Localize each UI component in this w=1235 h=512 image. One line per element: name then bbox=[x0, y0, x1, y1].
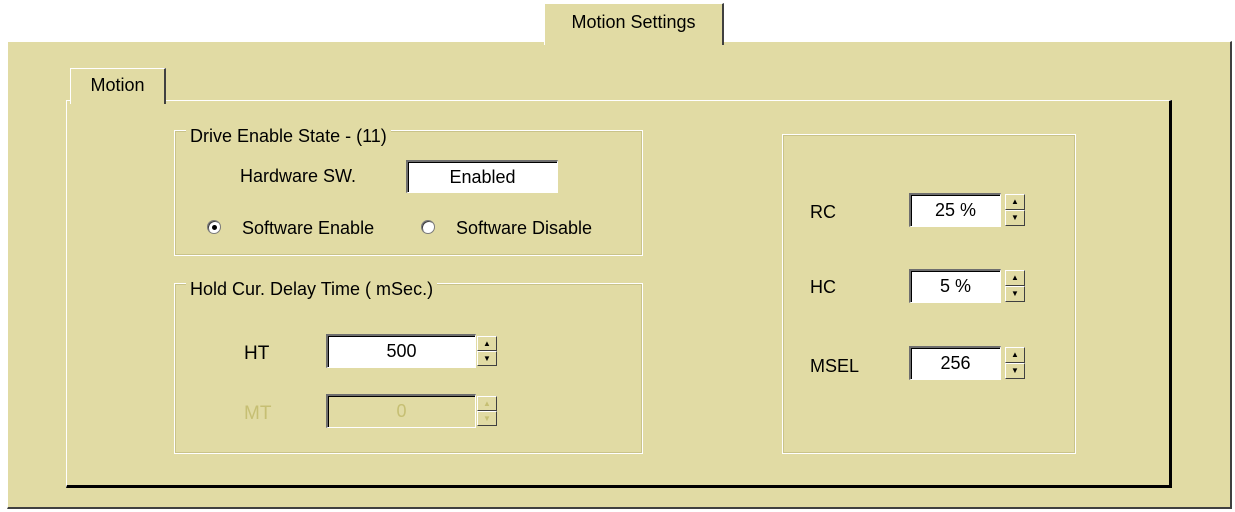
drive-enable-legend: Drive Enable State - (11) bbox=[186, 126, 391, 146]
hardware-sw-value: Enabled bbox=[449, 166, 516, 187]
ht-label: HT bbox=[244, 343, 270, 364]
spin-down-icon[interactable]: ▼ bbox=[477, 411, 497, 426]
spin-down-icon[interactable]: ▼ bbox=[1005, 363, 1025, 379]
hold-delay-group bbox=[174, 283, 643, 454]
mt-value: 0 bbox=[396, 401, 407, 421]
hardware-sw-label: Hardware SW. bbox=[240, 166, 357, 186]
rc-spinner[interactable]: ▲ ▼ bbox=[1005, 194, 1025, 226]
radio-selected-dot bbox=[212, 225, 217, 230]
spin-up-icon[interactable]: ▲ bbox=[1005, 347, 1025, 363]
software-disable-label[interactable]: Software Disable bbox=[456, 217, 592, 239]
hc-input[interactable]: 5 % bbox=[909, 269, 1001, 303]
mt-spinner[interactable]: ▲ ▼ bbox=[477, 396, 497, 426]
rc-label: RC bbox=[810, 202, 836, 222]
hc-label: HC bbox=[810, 277, 836, 297]
hc-value: 5 % bbox=[939, 276, 972, 296]
spin-down-icon[interactable]: ▼ bbox=[477, 351, 497, 366]
mt-input[interactable]: 0 bbox=[326, 394, 476, 428]
spin-up-icon[interactable]: ▲ bbox=[1005, 194, 1025, 210]
tab-motion[interactable]: Motion bbox=[70, 68, 166, 104]
spin-up-icon[interactable]: ▲ bbox=[477, 396, 497, 411]
ht-input[interactable]: 500 bbox=[326, 334, 476, 368]
mt-label: MT bbox=[244, 403, 272, 424]
msel-value: 256 bbox=[940, 353, 971, 373]
software-enable-label[interactable]: Software Enable bbox=[242, 217, 374, 239]
spin-up-icon[interactable]: ▲ bbox=[477, 336, 497, 351]
software-disable-radio[interactable] bbox=[421, 220, 435, 234]
hc-spinner[interactable]: ▲ ▼ bbox=[1005, 270, 1025, 302]
spin-down-icon[interactable]: ▼ bbox=[1005, 286, 1025, 302]
msel-label: MSEL bbox=[810, 356, 860, 376]
tab-motion-settings-label: Motion Settings bbox=[571, 12, 696, 32]
ht-value: 500 bbox=[386, 341, 417, 361]
tab-motion-label: Motion bbox=[90, 75, 145, 95]
msel-spinner[interactable]: ▲ ▼ bbox=[1005, 347, 1025, 379]
tab-motion-settings[interactable]: Motion Settings bbox=[544, 3, 724, 45]
hardware-sw-field: Enabled bbox=[406, 160, 558, 193]
software-enable-radio[interactable] bbox=[207, 220, 221, 234]
ht-spinner[interactable]: ▲ ▼ bbox=[477, 336, 497, 366]
rc-value: 25 % bbox=[934, 200, 977, 220]
rc-input[interactable]: 25 % bbox=[909, 193, 1001, 227]
spin-down-icon[interactable]: ▼ bbox=[1005, 210, 1025, 226]
spin-up-icon[interactable]: ▲ bbox=[1005, 270, 1025, 286]
hold-delay-legend: Hold Cur. Delay Time ( mSec.) bbox=[186, 279, 438, 299]
msel-input[interactable]: 256 bbox=[909, 346, 1001, 380]
